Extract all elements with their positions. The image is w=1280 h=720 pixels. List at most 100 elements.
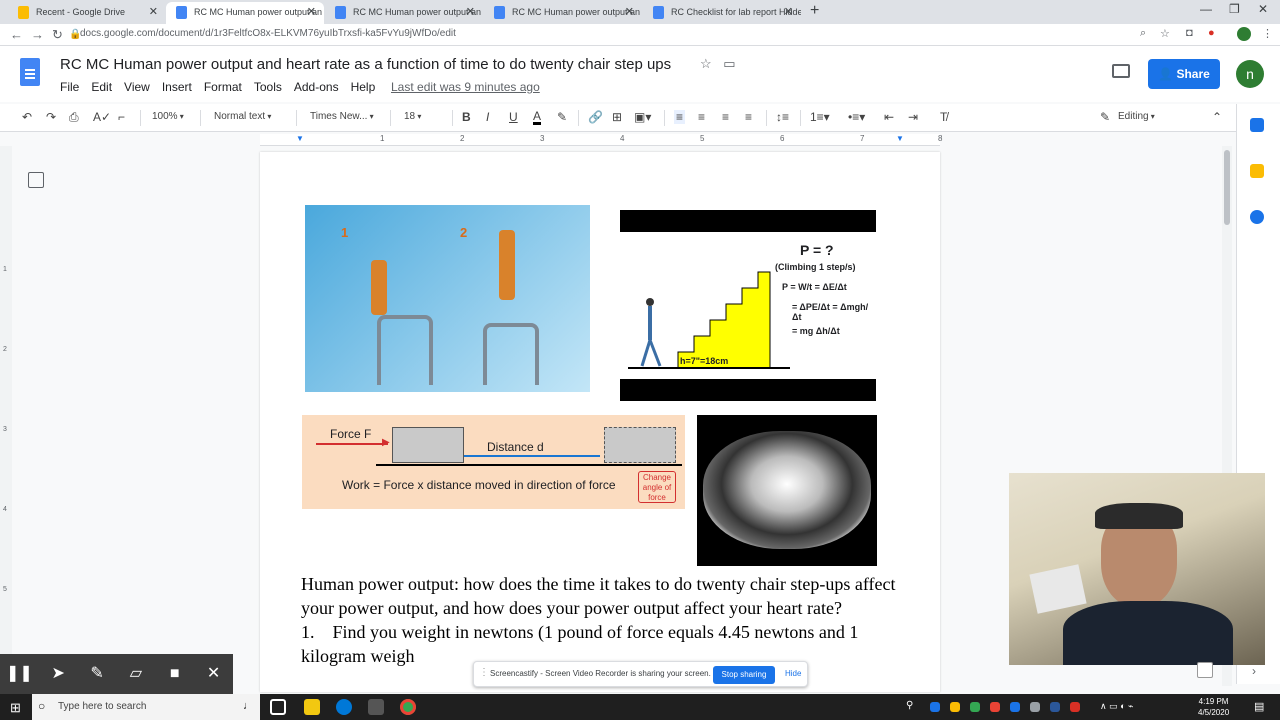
browser-menu-icon[interactable]: ⋮: [1262, 27, 1273, 40]
tasks-icon[interactable]: [1250, 210, 1264, 224]
tray-icon[interactable]: [1030, 702, 1040, 712]
tab-doc-2[interactable]: RC MC Human power output an ✕: [325, 2, 483, 24]
right-indent-marker[interactable]: ▼: [896, 134, 904, 143]
share-button[interactable]: 👤 Share: [1148, 59, 1220, 89]
menu-help[interactable]: Help: [351, 80, 376, 94]
close-icon[interactable]: ✕: [625, 2, 634, 22]
collapse-toolbar-icon[interactable]: ⌃: [1212, 110, 1222, 124]
style-select[interactable]: Normal text: [214, 111, 271, 122]
editing-mode-select[interactable]: Editing: [1118, 111, 1155, 122]
chrome-icon[interactable]: [400, 699, 416, 715]
ct-scan-image[interactable]: [697, 415, 877, 566]
document-page[interactable]: 1 2 P = ? (Climbing 1 step/s) P = W/t = …: [260, 152, 940, 692]
profile-icon[interactable]: [1237, 27, 1251, 41]
align-left-icon[interactable]: ≡: [674, 110, 686, 124]
people-icon[interactable]: ⚲: [906, 700, 913, 711]
close-icon[interactable]: ✕: [149, 2, 158, 22]
underline-icon[interactable]: U: [509, 110, 518, 124]
window-close-button[interactable]: ✕: [1258, 2, 1268, 16]
new-tab-button[interactable]: +: [810, 2, 819, 20]
pause-icon[interactable]: ❚❚: [0, 654, 39, 694]
tray-icon[interactable]: [950, 702, 960, 712]
zoom-icon[interactable]: ⌕: [1140, 27, 1146, 40]
bold-icon[interactable]: B: [462, 110, 471, 124]
numbered-list-icon[interactable]: 1≡▾: [810, 110, 830, 124]
tray-icon[interactable]: [930, 702, 940, 712]
expand-panel-icon[interactable]: ›: [1252, 664, 1256, 678]
editing-pencil-icon[interactable]: ✎: [1100, 110, 1110, 124]
work-force-diagram[interactable]: Force F ▶ Distance d Work = Force x dist…: [302, 415, 685, 509]
reload-icon[interactable]: ↻: [52, 27, 63, 43]
camera-icon[interactable]: ◘: [1186, 27, 1193, 39]
keep-icon[interactable]: [1250, 164, 1264, 178]
tab-doc-active[interactable]: RC MC Human power output an ✕: [166, 2, 324, 24]
align-center-icon[interactable]: ≡: [698, 110, 705, 124]
drag-handle-icon[interactable]: ⋮: [479, 667, 489, 678]
app-icon[interactable]: [368, 699, 384, 715]
move-folder-icon[interactable]: ▭: [723, 56, 735, 71]
maximize-button[interactable]: ❐: [1229, 2, 1240, 16]
system-tray-icons[interactable]: ∧ ▭ ◐ ⌁: [1100, 701, 1133, 712]
close-icon[interactable]: ✕: [784, 2, 793, 22]
task-view-icon[interactable]: [270, 699, 286, 715]
menu-insert[interactable]: Insert: [162, 80, 192, 94]
intro-paragraph[interactable]: Human power output: how does the time it…: [301, 572, 901, 620]
redo-icon[interactable]: ↷: [46, 110, 56, 124]
microphone-icon[interactable]: ♩: [243, 700, 254, 712]
menu-addons[interactable]: Add-ons: [294, 80, 339, 94]
webcam-move-handle[interactable]: [1197, 662, 1213, 678]
zoom-select[interactable]: 100%: [152, 111, 184, 122]
stairs-power-diagram[interactable]: P = ? (Climbing 1 step/s) P = W/t = ΔE/Δ…: [620, 210, 876, 401]
screencastify-extension-icon[interactable]: ●: [1208, 27, 1215, 39]
tab-recent-drive[interactable]: Recent - Google Drive ✕: [8, 2, 166, 24]
last-edit-link[interactable]: Last edit was 9 minutes ago: [391, 80, 540, 94]
taskbar-search[interactable]: ○ Type here to search ♩: [32, 694, 260, 720]
forward-icon[interactable]: →: [31, 27, 44, 42]
step-up-illustration[interactable]: 1 2: [305, 205, 590, 392]
scrollbar-thumb[interactable]: [1224, 150, 1230, 225]
pen-icon[interactable]: ✎: [78, 654, 117, 694]
highlight-icon[interactable]: ✎: [557, 110, 567, 124]
stop-sharing-button[interactable]: Stop sharing: [713, 666, 775, 684]
close-icon[interactable]: ✕: [466, 2, 475, 22]
decrease-indent-icon[interactable]: ⇤: [884, 110, 894, 124]
print-icon[interactable]: ⎙: [69, 110, 79, 125]
notifications-icon[interactable]: ▤: [1254, 700, 1264, 713]
undo-icon[interactable]: ↶: [22, 110, 32, 124]
tray-icon[interactable]: [1070, 702, 1080, 712]
url-field[interactable]: docs.google.com/document/d/1r3FeltfcO8x-…: [80, 28, 456, 39]
increase-indent-icon[interactable]: ⇥: [908, 110, 918, 124]
cursor-icon[interactable]: ➤: [39, 654, 78, 694]
edge-icon[interactable]: [336, 699, 352, 715]
spellcheck-icon[interactable]: A✓: [93, 110, 111, 124]
menu-view[interactable]: View: [124, 80, 150, 94]
tray-icon[interactable]: [990, 702, 1000, 712]
document-body-text[interactable]: Human power output: how does the time it…: [301, 572, 901, 668]
tray-icon[interactable]: [970, 702, 980, 712]
clear-formatting-icon[interactable]: T̸: [940, 110, 947, 124]
system-clock[interactable]: 4:19 PM 4/5/2020: [1198, 696, 1229, 718]
star-icon[interactable]: ☆: [700, 56, 712, 71]
horizontal-ruler[interactable]: 1 2 3 4 5 6 7 8 ▼ ▼: [260, 134, 942, 146]
left-indent-marker[interactable]: ▼: [296, 134, 304, 143]
back-icon[interactable]: ←: [10, 27, 23, 42]
menu-tools[interactable]: Tools: [254, 80, 282, 94]
add-comment-icon[interactable]: ⊞: [612, 110, 622, 124]
text-color-icon[interactable]: A: [533, 110, 542, 125]
camera-toggle-icon[interactable]: ■: [155, 654, 194, 694]
document-title[interactable]: RC MC Human power output and heart rate …: [60, 56, 671, 73]
justify-icon[interactable]: ≡: [745, 110, 752, 124]
bulleted-list-icon[interactable]: •≡▾: [848, 110, 865, 124]
comment-history-icon[interactable]: [1112, 64, 1130, 78]
hide-button[interactable]: Hide: [785, 669, 801, 678]
close-icon[interactable]: ✕: [307, 2, 316, 22]
font-select[interactable]: Times New...: [310, 111, 374, 122]
insert-image-icon[interactable]: ▣▾: [634, 110, 651, 124]
word-icon[interactable]: [1050, 702, 1060, 712]
tab-doc-3[interactable]: RC MC Human power output an ✕: [484, 2, 642, 24]
docs-logo-icon[interactable]: [20, 58, 40, 86]
italic-icon[interactable]: I: [486, 110, 489, 124]
close-icon[interactable]: ✕: [194, 654, 233, 694]
windows-start-icon[interactable]: ⊞: [10, 700, 21, 716]
tab-checklist[interactable]: RC Checklist for lab report Hidde ✕: [643, 2, 801, 24]
